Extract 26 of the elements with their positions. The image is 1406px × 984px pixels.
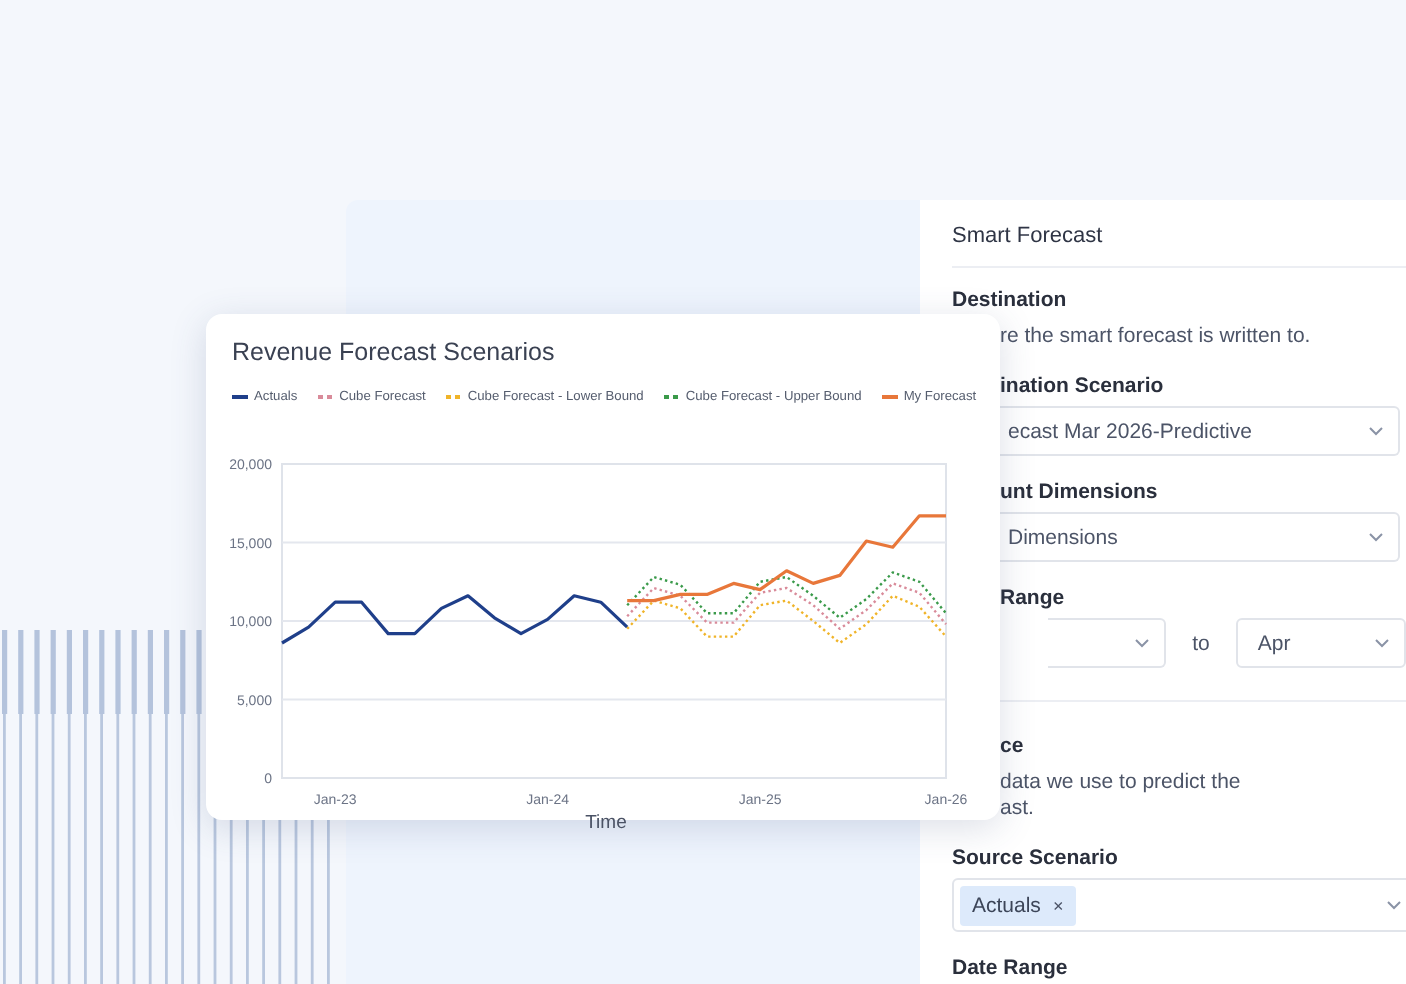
section-heading: Destination [952, 288, 1069, 312]
dropdown-field[interactable] [1048, 618, 1167, 668]
dropdown-field[interactable]: Apr [1235, 618, 1406, 668]
chart-title: Revenue Forecast Scenarios [232, 338, 557, 366]
field-label: Source Scenario [952, 846, 1120, 870]
field-label: Range [1000, 586, 1067, 610]
section-description: data we use to predict the [1000, 770, 1243, 796]
section-description: re the smart forecast is written to. [1000, 324, 1313, 350]
remove-button[interactable]: × [1052, 895, 1064, 915]
dropdown-field[interactable]: ecast Mar 2026-Predictive [1000, 406, 1400, 456]
panel-title: Smart Forecast [952, 224, 1406, 268]
range-joiner: to [1192, 631, 1210, 655]
chevron-icon [1386, 900, 1402, 910]
multi-select-field[interactable]: Actuals × [952, 878, 1406, 932]
field-label: unt Dimensions [1000, 480, 1160, 504]
dropdown-field[interactable]: Dimensions [1000, 512, 1400, 562]
chevron-icon [1134, 638, 1151, 648]
chevron-icon [1374, 638, 1390, 648]
section-description: ast. [1000, 796, 1036, 822]
field-label: ination Scenario [1000, 374, 1166, 398]
chevron-icon [1368, 532, 1384, 542]
field-label: Date Range [952, 956, 1070, 980]
chevron-icon [1368, 426, 1384, 436]
axis-title: Time [585, 812, 627, 834]
section-heading: ce [1000, 734, 1026, 758]
tag-label: Actuals [972, 893, 1041, 917]
